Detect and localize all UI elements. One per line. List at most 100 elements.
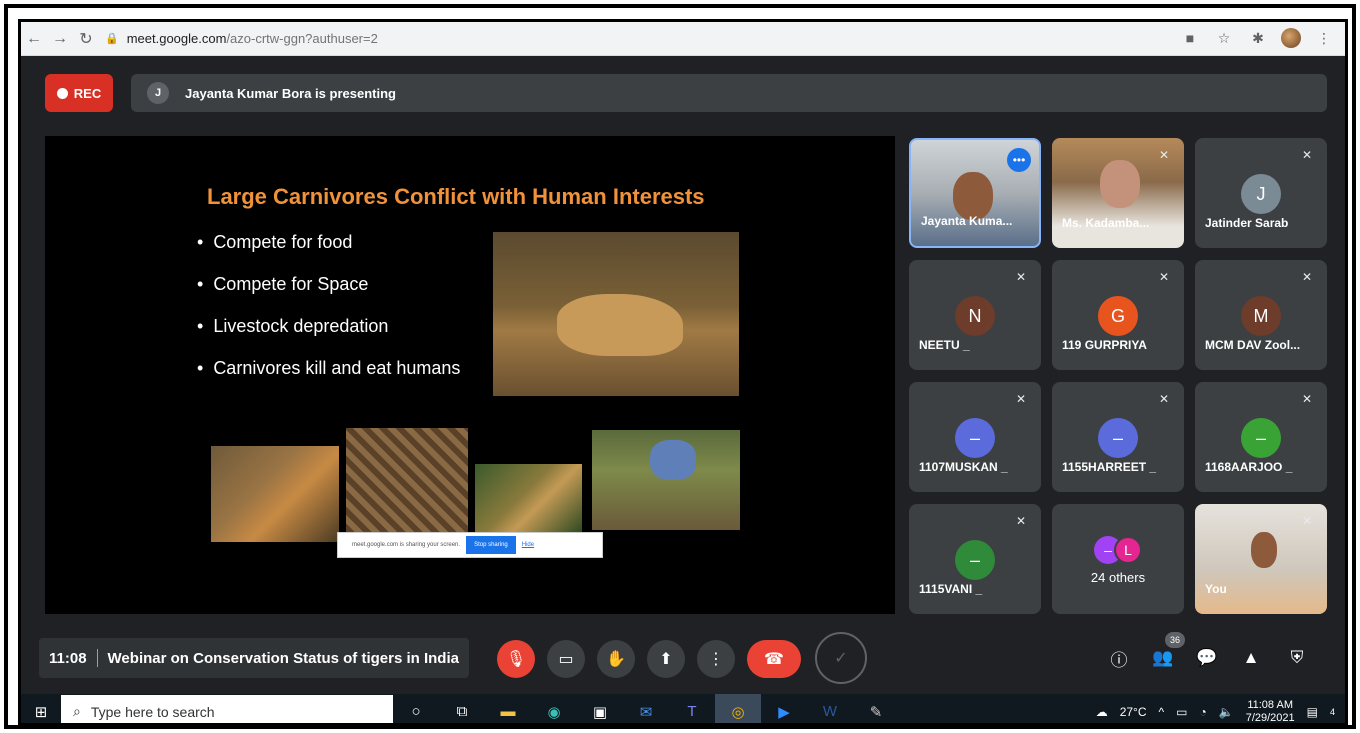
share-notice-text: meet.google.com is sharing your screen. xyxy=(352,542,461,548)
host-controls-button[interactable]: ⛨ xyxy=(1283,644,1311,672)
hide-link[interactable]: Hide xyxy=(522,542,534,548)
word-icon[interactable]: W xyxy=(807,694,853,723)
mic-muted-icon: ✕ xyxy=(1301,148,1313,162)
participant-avatar: M xyxy=(1241,296,1281,336)
cursor-check-overlay: ✓ xyxy=(815,632,867,684)
participant-avatar: – xyxy=(955,418,995,458)
leave-call-button[interactable]: ☎ xyxy=(747,640,801,678)
stop-sharing-button[interactable]: Stop sharing xyxy=(466,536,516,554)
windows-taskbar: ⊞ ⌕ Type here to search ○ ⧉ ▬ ◉ ▣ ✉ T ◎ … xyxy=(21,694,1345,724)
participant-tile-kadamba[interactable]: ✕ Ms. Kadamba... xyxy=(1052,138,1184,248)
mic-muted-icon: ✕ xyxy=(1158,148,1170,162)
camera-icon[interactable]: ■ xyxy=(1179,26,1201,50)
mic-muted-icon: ✕ xyxy=(1015,270,1027,284)
teams-icon[interactable]: T xyxy=(669,694,715,723)
chrome-icon[interactable]: ◎ xyxy=(715,694,761,723)
participant-avatar: – xyxy=(1241,418,1281,458)
meeting-info-button[interactable]: ⓘ xyxy=(1105,644,1133,672)
participant-avatar: L xyxy=(1114,536,1142,564)
participant-avatar: – xyxy=(1098,418,1138,458)
star-icon[interactable]: ☆ xyxy=(1213,26,1235,50)
mic-muted-icon: ✕ xyxy=(1015,514,1027,528)
participant-tile-you[interactable]: ✕ You xyxy=(1195,504,1327,614)
search-icon: ⌕ xyxy=(73,703,81,719)
raise-hand-button[interactable]: ✋ xyxy=(597,640,635,678)
recording-indicator[interactable]: REC xyxy=(45,74,113,112)
paint-icon[interactable]: ✎ xyxy=(853,694,899,723)
temperature[interactable]: 27°C xyxy=(1120,705,1147,719)
url-path: /azo-crtw-ggn?authuser=2 xyxy=(226,31,378,46)
others-tile[interactable]: – L 24 others xyxy=(1052,504,1184,614)
camera-button[interactable]: ▭ xyxy=(547,640,585,678)
system-tray: ☁ 27°C ^ ▭ ◔ 🔈 11:08 AM 7/29/2021 ▤ 4 xyxy=(1096,694,1335,724)
meeting-time: 11:08 xyxy=(49,649,87,667)
mic-muted-icon: ✕ xyxy=(1301,514,1313,528)
lock-icon: 🔒 xyxy=(105,33,119,45)
participant-name: MCM DAV Zool... xyxy=(1205,338,1301,352)
participant-tile-aarjoo[interactable]: ✕ – 1168AARJOO _ xyxy=(1195,382,1327,492)
extensions-icon[interactable]: ✱ xyxy=(1247,26,1269,50)
mic-muted-icon: ✕ xyxy=(1158,392,1170,406)
windows-start-icon[interactable]: ⊞ xyxy=(21,694,61,723)
lioness-photo xyxy=(493,232,739,396)
participant-tile-neetu[interactable]: ✕ N NEETU _ xyxy=(909,260,1041,370)
chevron-up-icon[interactable]: ^ xyxy=(1159,705,1165,719)
task-view-icon[interactable]: ⧉ xyxy=(439,694,485,723)
battery-icon[interactable]: ▭ xyxy=(1176,705,1187,719)
activities-button[interactable]: ▲ xyxy=(1237,644,1265,672)
participant-avatar: N xyxy=(955,296,995,336)
taskbar-search[interactable]: ⌕ Type here to search xyxy=(61,695,393,723)
screen: ← → ↻ 🔒 meet.google.com /azo-crtw-ggn?au… xyxy=(18,19,1348,726)
edge-icon[interactable]: ◉ xyxy=(531,694,577,723)
slide-bullets: Compete for food Compete for Space Lives… xyxy=(197,232,460,400)
address-bar[interactable]: 🔒 meet.google.com /azo-crtw-ggn?authuser… xyxy=(105,26,378,52)
mic-muted-icon: ✕ xyxy=(1015,392,1027,406)
weather-icon[interactable]: ☁ xyxy=(1096,705,1108,719)
participant-name: You xyxy=(1205,582,1227,596)
participant-tile-harreet[interactable]: ✕ – 1155HARREET _ xyxy=(1052,382,1184,492)
store-icon[interactable]: ▣ xyxy=(577,694,623,723)
cortana-icon[interactable]: ○ xyxy=(393,694,439,723)
participant-tile-muskan[interactable]: ✕ – 1107MUSKAN _ xyxy=(909,382,1041,492)
zoom-icon[interactable]: ▶ xyxy=(761,694,807,723)
chat-button[interactable]: 💬 xyxy=(1193,644,1221,672)
participant-video xyxy=(1100,160,1140,208)
mail-icon[interactable]: ✉ xyxy=(623,694,669,723)
meeting-title: Webinar on Conservation Status of tigers… xyxy=(107,649,459,667)
forward-arrow-icon[interactable]: → xyxy=(47,26,73,52)
mic-off-button[interactable]: 🎙 xyxy=(497,640,535,678)
wifi-icon[interactable]: ◔ xyxy=(1200,705,1207,719)
taskbar-clock[interactable]: 11:08 AM 7/29/2021 xyxy=(1245,699,1295,724)
presenting-banner: J Jayanta Kumar Bora is presenting xyxy=(131,74,1327,112)
profile-avatar[interactable] xyxy=(1281,28,1301,48)
presentation-area[interactable]: Large Carnivores Conflict with Human Int… xyxy=(45,136,895,614)
participant-video xyxy=(1251,532,1277,568)
mic-muted-icon: ✕ xyxy=(1158,270,1170,284)
more-options-icon[interactable]: ••• xyxy=(1007,148,1031,172)
screenshot-frame: ← → ↻ 🔒 meet.google.com /azo-crtw-ggn?au… xyxy=(4,4,1356,729)
slide-bullet: Carnivores kill and eat humans xyxy=(197,358,460,400)
participant-tile-mcm[interactable]: ✕ M MCM DAV Zool... xyxy=(1195,260,1327,370)
reload-icon[interactable]: ↻ xyxy=(73,26,99,52)
record-dot-icon xyxy=(56,87,68,99)
url-host: meet.google.com xyxy=(126,31,227,46)
slide-bullet: Compete for food xyxy=(197,232,460,274)
more-options-button[interactable]: ⋮ xyxy=(697,640,735,678)
slide-title: Large Carnivores Conflict with Human Int… xyxy=(207,184,705,209)
participant-name: Jatinder Sarab xyxy=(1205,216,1289,230)
back-arrow-icon[interactable]: ← xyxy=(21,26,47,52)
notification-icon[interactable]: ▤ xyxy=(1307,705,1318,719)
menu-kebab-icon[interactable]: ⋮ xyxy=(1313,26,1335,50)
file-explorer-icon[interactable]: ▬ xyxy=(485,694,531,723)
people-button[interactable]: 👥 36 xyxy=(1149,632,1185,672)
mic-muted-icon: ✕ xyxy=(1301,392,1313,406)
clock-date: 7/29/2021 xyxy=(1245,711,1295,724)
participant-tile-vani[interactable]: ✕ – 1115VANI _ xyxy=(909,504,1041,614)
present-button[interactable]: ⬆ xyxy=(647,640,685,678)
present-icon: ⬆ xyxy=(659,651,673,668)
participant-tile-jatinder[interactable]: ✕ J Jatinder Sarab xyxy=(1195,138,1327,248)
participant-tile-gurpriya[interactable]: ✕ G 119 GURPRIYA xyxy=(1052,260,1184,370)
hand-icon: ✋ xyxy=(606,651,626,668)
volume-icon[interactable]: 🔈 xyxy=(1219,705,1234,719)
participant-tile-jayanta[interactable]: ••• Jayanta Kuma... xyxy=(909,138,1041,248)
